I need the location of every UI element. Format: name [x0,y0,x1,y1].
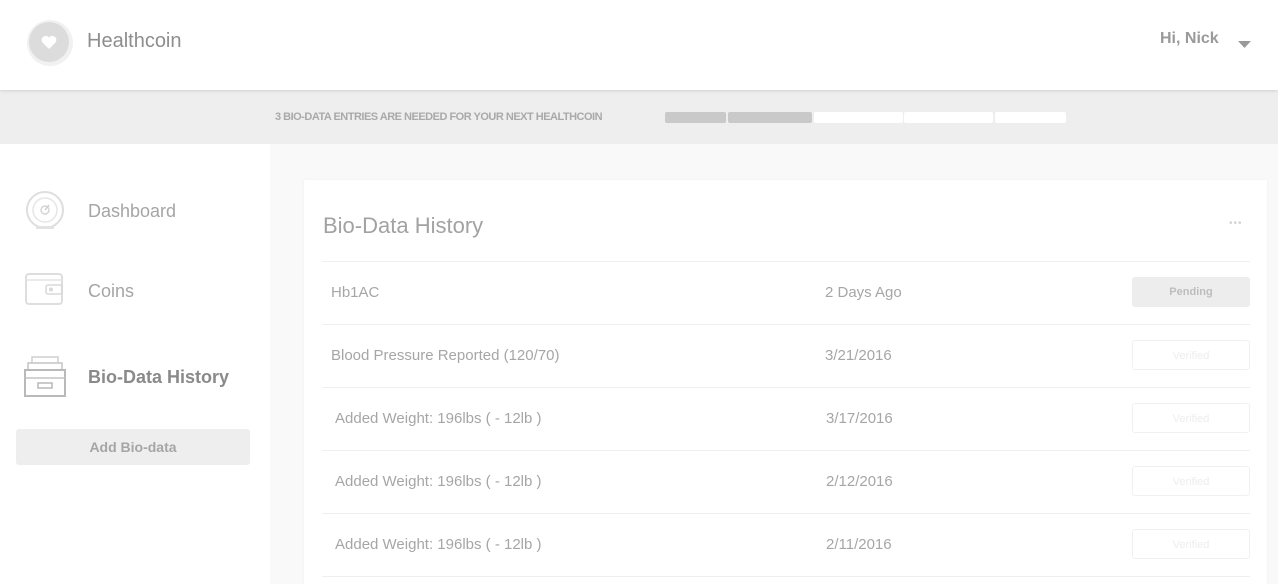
brand-name: Healthcoin [87,30,182,52]
progress-segment [904,112,993,123]
status-badge: Verified [1132,529,1250,559]
entry-name: Hb1AC [331,284,380,301]
entry-date: 3/21/2016 [825,347,892,364]
sidebar-item-dashboard[interactable]: Dashboard [0,188,270,238]
entry-name: Added Weight: 196lbs ( - 12lb ) [335,410,542,427]
status-badge: Verified [1132,466,1250,496]
status-badge: Verified [1132,340,1250,370]
progress-segment [995,112,1066,123]
entry-date: 2/12/2016 [826,473,893,490]
entry-date: 2 Days Ago [825,284,902,301]
entry-date: 2/11/2016 [826,536,892,553]
progress-segment [728,112,812,123]
progress-segment [814,112,903,123]
entry-name: Added Weight: 196lbs ( - 12lb ) [335,473,542,490]
table-row[interactable]: Blood Pressure Reported (120/70) 3/21/20… [322,325,1250,388]
add-bio-data-button[interactable]: Add Bio-data [16,429,250,465]
progress-message: 3 BIO-DATA ENTRIES ARE NEEDED FOR YOUR N… [275,111,603,123]
table-row[interactable]: Added Weight: 196lbs ( - 12lb ) 3/17/201… [322,388,1250,451]
divider [322,576,1250,577]
table-row[interactable]: Added Weight: 196lbs ( - 12lb ) 2/12/201… [322,451,1250,514]
table-row[interactable]: Hb1AC 2 Days Ago Pending [322,262,1250,325]
progress-segment [665,112,726,123]
sidebar-item-label: Bio-Data History [88,367,230,387]
sidebar-item-bio-data-history[interactable]: Bio-Data History [0,352,270,402]
file-drawer-icon [24,354,66,403]
bio-data-history-card: Bio-Data History ••• Hb1AC 2 Days Ago Pe… [304,180,1267,584]
sidebar-item-label: Dashboard [88,201,177,221]
entry-name: Added Weight: 196lbs ( - 12lb ) [335,536,542,553]
wallet-icon [24,268,66,313]
status-badge: Verified [1132,403,1250,433]
entry-date: 3/17/2016 [826,410,893,427]
chevron-down-icon[interactable] [1237,36,1252,48]
healthcoin-logo-icon[interactable] [25,17,73,67]
top-header: Healthcoin Hi, Nick [0,0,1278,90]
healthcoin-progress-banner: 3 BIO-DATA ENTRIES ARE NEEDED FOR YOUR N… [0,90,1278,144]
sidebar-item-label: Coins [88,281,135,301]
entry-name: Blood Pressure Reported (120/70) [331,347,560,364]
status-badge: Pending [1132,277,1250,307]
user-greeting[interactable]: Hi, Nick [1160,30,1219,48]
sidebar-item-coins[interactable]: Coins [0,268,270,318]
more-options-icon[interactable]: ••• [1229,218,1243,229]
sidebar: Dashboard Coins Bio-Data History Add Bio… [0,144,270,584]
page-title: Bio-Data History [323,213,484,238]
gauge-icon [24,190,66,235]
table-row[interactable]: Added Weight: 196lbs ( - 12lb ) 2/11/201… [322,514,1250,577]
